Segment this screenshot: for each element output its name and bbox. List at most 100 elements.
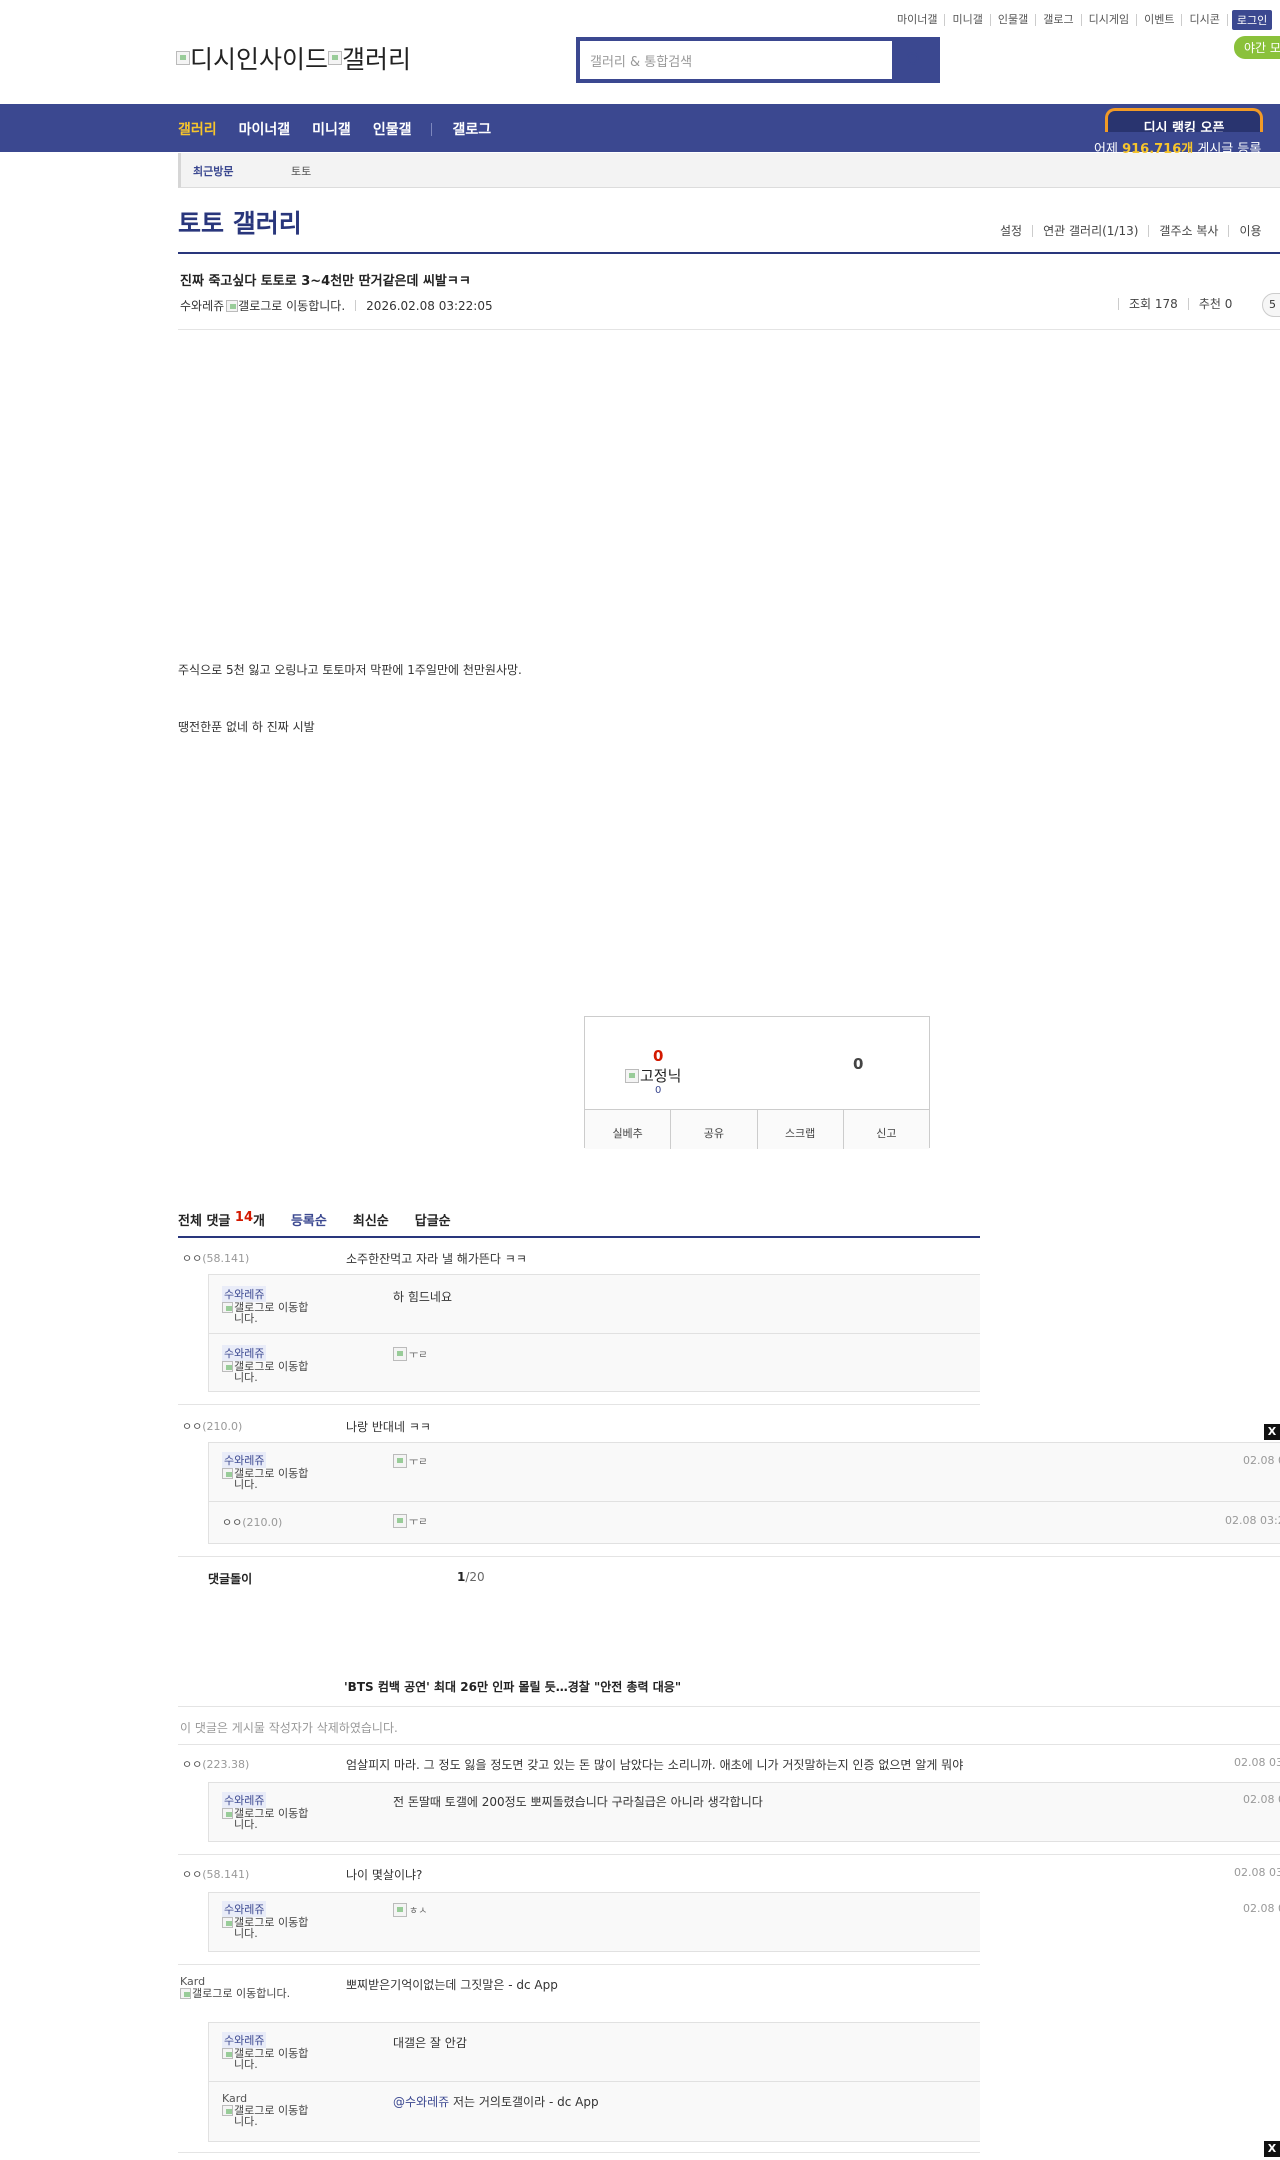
gallog-link[interactable]: 갤로그로 이동합니다. bbox=[222, 1917, 318, 1939]
reply-author: 수와레쥬 갤로그로 이동합니다. bbox=[222, 1901, 318, 1939]
dccon-alt: ㅜㄹ bbox=[409, 1457, 428, 1468]
usage-link[interactable]: 이용 bbox=[1228, 225, 1271, 237]
dccon-image: ㅜㄹ bbox=[393, 1513, 427, 1528]
gallog-link[interactable]: 갤로그로 이동합니다. bbox=[180, 1988, 318, 1999]
related-gallery-link[interactable]: 연관 갤러리(1/13) bbox=[1032, 225, 1148, 237]
broken-image-icon bbox=[222, 2105, 233, 2116]
login-button[interactable]: 로그인 bbox=[1231, 10, 1273, 30]
nav-minor[interactable]: 마이너갤 bbox=[239, 119, 291, 139]
recent-visit-label[interactable]: 최근방문 bbox=[193, 163, 233, 179]
comment-header-label: 전체 댓글 bbox=[178, 1214, 231, 1229]
comment-unit: 개 bbox=[253, 1214, 265, 1229]
broken-image-icon bbox=[222, 1808, 233, 1819]
top-link-dccon[interactable]: 디시콘 bbox=[1182, 14, 1228, 26]
ranking-open-button[interactable]: 디시 랭킹 오픈 bbox=[1105, 108, 1263, 132]
comment-nick[interactable]: ㅇㅇ(210.0) bbox=[182, 1418, 242, 1434]
search-button[interactable] bbox=[892, 41, 936, 79]
broken-image-icon bbox=[393, 1513, 407, 1528]
gallog-link[interactable]: 갤로그로 이동합니다. bbox=[222, 1361, 318, 1383]
reply-nick[interactable]: ㅇㅇ(210.0) bbox=[222, 1514, 282, 1530]
gallog-alt: 갤로그로 이동합니다. bbox=[192, 1987, 291, 2000]
scrap-button[interactable]: 스크랩 bbox=[756, 1110, 843, 1149]
upvote-count: 0 bbox=[653, 1047, 664, 1065]
comment-divider bbox=[178, 1964, 980, 1965]
recent-visit-bar: 최근방문 토토 bbox=[178, 153, 1280, 188]
best-recommend-button[interactable]: 실베추 bbox=[585, 1110, 671, 1149]
night-mode-button[interactable]: 야간 모 bbox=[1234, 36, 1280, 59]
reply-nick[interactable]: 수와레쥬 bbox=[222, 1345, 267, 1361]
nav-mini[interactable]: 미니갤 bbox=[312, 119, 351, 139]
comment-nick[interactable]: ㅇㅇ(223.38) bbox=[182, 1756, 249, 1772]
reply-nick[interactable]: 수와레쥬 bbox=[222, 1452, 267, 1468]
reply-nick[interactable]: 수와레쥬 bbox=[222, 2032, 267, 2048]
reply-text: @수와레쥬 저는 거의토갤이라 - dc App bbox=[393, 2093, 599, 2110]
nav-person[interactable]: 인물갤 bbox=[373, 119, 412, 139]
title-divider bbox=[178, 252, 1280, 254]
gallog-link[interactable]: 갤로그로 이동합니다. bbox=[222, 1808, 318, 1830]
gallery-title[interactable]: 토토 갤러리 bbox=[178, 204, 302, 240]
gallery-settings-link[interactable]: 설정 bbox=[990, 225, 1032, 237]
top-link-gallog[interactable]: 갤로그 bbox=[1036, 14, 1082, 26]
comment-nick[interactable]: ㅇㅇ(58.141) bbox=[182, 1250, 249, 1266]
comment-count-badge[interactable]: 5 bbox=[1262, 293, 1280, 317]
gallog-link[interactable]: 갤로그로 이동합니다. bbox=[222, 2048, 318, 2070]
comment-nick[interactable]: ㅇㅇ(58.141) bbox=[182, 1866, 249, 1882]
ip-text: (223.38) bbox=[202, 1758, 250, 1771]
search-input[interactable]: 갤러리 & 통합검색 bbox=[580, 41, 892, 79]
close-ad-button[interactable]: X bbox=[1264, 2141, 1280, 2157]
copy-address-link[interactable]: 갤주소 복사 bbox=[1148, 225, 1228, 237]
post-date: 2026.02.08 03:22:05 bbox=[366, 298, 493, 313]
sort-tab-latest[interactable]: 최신순 bbox=[353, 1210, 389, 1229]
ip-text: (210.0) bbox=[242, 1516, 283, 1529]
broken-image-icon bbox=[176, 51, 190, 65]
nav-gallog[interactable]: 갤로그 bbox=[452, 119, 491, 139]
gallog-icon[interactable] bbox=[226, 299, 239, 312]
share-button[interactable]: 공유 bbox=[670, 1110, 757, 1149]
post-writer: 수와레쥬 갤로그로 이동합니다. 2026.02.08 03:22:05 bbox=[180, 297, 493, 314]
search-box: 갤러리 & 통합검색 bbox=[576, 37, 940, 83]
comment-divider bbox=[178, 1854, 1280, 1855]
top-link-mini[interactable]: 미니갤 bbox=[945, 14, 991, 26]
recent-visit-item[interactable]: 토토 bbox=[291, 163, 311, 179]
reply-divider bbox=[208, 1333, 980, 1334]
dccon-image: ㅜㄹ bbox=[393, 1453, 427, 1468]
gallog-link[interactable]: 갤로그로 이동합니다. bbox=[222, 1468, 318, 1490]
downvote-count[interactable]: 0 bbox=[853, 1055, 863, 1073]
comment-date: 02.08 03 bbox=[1234, 1866, 1280, 1879]
comment-text: 뽀찌받은기억이없는데 그짓말은 - dc App bbox=[346, 1978, 558, 1992]
close-ad-button[interactable]: X bbox=[1264, 1424, 1280, 1440]
news-headline[interactable]: 'BTS 컴백 공연' 최대 26만 인파 몰릴 듯…경찰 "안전 총력 대응" bbox=[344, 1678, 681, 1695]
reply-nick[interactable]: 수와레쥬 bbox=[222, 1286, 267, 1302]
reply-divider bbox=[208, 1501, 1280, 1502]
ip-text: (58.141) bbox=[202, 1252, 250, 1265]
writer-nick[interactable]: 수와레쥬 bbox=[180, 297, 224, 314]
fixed-nick-upvote[interactable]: 고정닉 bbox=[625, 1065, 681, 1086]
reply-author: 수와레쥬 갤로그로 이동합니다. bbox=[222, 1792, 318, 1830]
site-logo[interactable]: 디시인사이드 갤러리 bbox=[176, 40, 411, 76]
gallog-alt: 갤로그로 이동합니다. bbox=[234, 2047, 309, 2071]
reply-text: 하 힘드네요 bbox=[393, 1290, 453, 1304]
top-links: 마이너갤 미니갤 인물갤 갤로그 디시게임 이벤트 디시콘 로그인 bbox=[890, 10, 1273, 30]
gallog-link[interactable]: 갤로그로 이동합니다. bbox=[222, 1302, 318, 1324]
gallog-link[interactable]: 갤로그로 이동합니다. bbox=[222, 2105, 318, 2127]
post-views: 조회 178 bbox=[1118, 298, 1188, 310]
reply-nick[interactable]: 수와레쥬 bbox=[222, 1792, 267, 1808]
reply-nick[interactable]: 수와레쥬 bbox=[222, 1901, 267, 1917]
gallery-tools: 설정 연관 갤러리(1/13) 갤주소 복사 이용 bbox=[990, 225, 1272, 237]
broken-image-icon bbox=[222, 1302, 233, 1313]
top-link-minor[interactable]: 마이너갤 bbox=[890, 14, 946, 26]
sort-tab-registered[interactable]: 등록순 bbox=[291, 1210, 327, 1229]
sort-tab-replies[interactable]: 답글순 bbox=[415, 1210, 451, 1229]
top-link-person[interactable]: 인물갤 bbox=[991, 14, 1037, 26]
dccon-alt: ㅜㄹ bbox=[409, 1517, 428, 1528]
broken-image-icon bbox=[393, 1453, 407, 1468]
gallog-alt: 갤로그로 이동합니다. bbox=[234, 1807, 309, 1831]
reply-mention[interactable]: @수와레쥬 bbox=[393, 2095, 449, 2109]
nav-gallery[interactable]: 갤러리 bbox=[178, 119, 217, 139]
broken-image-icon bbox=[393, 1346, 407, 1361]
writer-divider bbox=[355, 300, 357, 311]
top-link-game[interactable]: 디시게임 bbox=[1082, 14, 1138, 26]
comment-divider bbox=[178, 1404, 980, 1405]
top-link-event[interactable]: 이벤트 bbox=[1137, 14, 1183, 26]
report-button[interactable]: 신고 bbox=[842, 1110, 929, 1149]
